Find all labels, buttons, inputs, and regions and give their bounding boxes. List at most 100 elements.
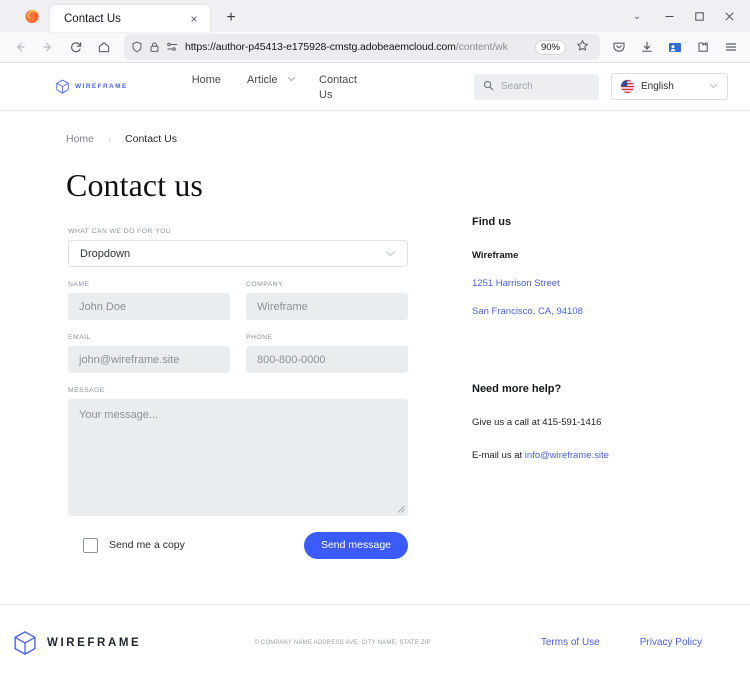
call-us-text: Give us a call at 415-591-1416 (472, 417, 602, 428)
field-label: WHAT CAN WE DO FOR YOU (68, 228, 172, 235)
back-button[interactable] (6, 34, 34, 60)
star-icon[interactable] (572, 39, 593, 55)
input-placeholder: 800-800-0000 (257, 353, 326, 366)
toolbar-icon-group (606, 34, 744, 60)
contact-sidebar: Find us Wireframe 1251 Harrison Street S… (472, 204, 712, 559)
textarea-placeholder: Your message... (79, 409, 159, 421)
pocket-icon[interactable] (606, 34, 632, 60)
field-phone: PHONE 800-800-0000 (246, 334, 408, 373)
site-header: WIREFRAME Home Article Contact Us Search… (0, 63, 750, 111)
breadcrumb: Home › Contact Us (0, 111, 750, 145)
dropdown-select[interactable]: Dropdown (68, 240, 408, 267)
field-label: PHONE (246, 334, 273, 341)
need-help-heading: Need more help? (472, 383, 562, 395)
site-nav: Home Article Contact Us (192, 71, 359, 101)
maximize-button[interactable] (684, 0, 714, 32)
nav-item-label: Contact Us (319, 74, 357, 101)
resize-handle-icon[interactable] (396, 504, 405, 513)
input-placeholder: john@wireframe.site (79, 353, 180, 366)
field-label: MESSAGE (68, 387, 105, 394)
nav-item-contact-us[interactable]: Contact Us (319, 73, 359, 101)
search-icon (483, 78, 494, 96)
chevron-down-icon[interactable] (385, 249, 396, 259)
form-footer: Send me a copy Send message (68, 532, 408, 559)
extensions-icon[interactable] (690, 34, 716, 60)
url-host: https://author-p45413-e175928-cmstg.adob… (185, 41, 456, 53)
phone-input[interactable]: 800-800-0000 (246, 346, 408, 373)
company-input[interactable]: Wireframe (246, 293, 408, 320)
address-line-1-link[interactable]: 1251 Harrison Street (472, 278, 712, 289)
tab-title: Contact Us (64, 12, 121, 25)
footer-logo[interactable]: WIREFRAME (12, 630, 141, 656)
page-content: Home › Contact Us Contact us WHAT CAN WE… (0, 111, 750, 604)
field-label: NAME (68, 281, 90, 288)
nav-item-home[interactable]: Home (192, 73, 221, 87)
site-logo[interactable]: WIREFRAME (55, 79, 128, 94)
window-controls: ⌄ (620, 0, 744, 32)
privacy-policy-link[interactable]: Privacy Policy (640, 637, 702, 648)
reload-button[interactable] (62, 34, 90, 60)
field-what-can-we-do: WHAT CAN WE DO FOR YOU Dropdown (68, 228, 408, 267)
find-us-heading: Find us (472, 216, 512, 228)
footer-copyright: © COMPANY NAME ADDRESS AVE, CITY NAME, S… (254, 639, 431, 646)
email-input[interactable]: john@wireframe.site (68, 346, 230, 373)
close-window-button[interactable] (714, 0, 744, 32)
firefox-logo-icon (24, 8, 40, 24)
downloads-icon[interactable] (634, 34, 660, 60)
zoom-level-badge[interactable]: 90% (534, 39, 566, 55)
cube-logo-icon (55, 79, 70, 94)
url-text[interactable]: https://author-p45413-e175928-cmstg.adob… (185, 41, 529, 53)
field-label: COMPANY (246, 281, 284, 288)
account-icon[interactable] (662, 34, 688, 60)
shield-icon[interactable] (131, 41, 143, 53)
breadcrumb-home[interactable]: Home (66, 133, 94, 145)
email-us-line: E-mail us at info@wireframe.site (472, 450, 712, 461)
footer-links: Terms of Use Privacy Policy (541, 637, 702, 648)
search-placeholder: Search (501, 81, 533, 92)
close-icon[interactable]: × (186, 11, 202, 27)
us-flag-icon (621, 80, 634, 93)
address-bar[interactable]: https://author-p45413-e175928-cmstg.adob… (124, 34, 600, 60)
footer-logo-text: WIREFRAME (47, 636, 142, 649)
field-company: COMPANY Wireframe (246, 281, 408, 320)
chevron-right-icon: › (108, 134, 112, 144)
nav-item-label: Article (247, 74, 278, 87)
input-placeholder: John Doe (79, 300, 127, 313)
nav-item-label: Home (191, 74, 222, 87)
new-tab-button[interactable]: + (220, 7, 242, 29)
terms-of-use-link[interactable]: Terms of Use (541, 637, 600, 648)
contact-form: WHAT CAN WE DO FOR YOU Dropdown NAME Joh… (68, 204, 408, 559)
page-viewport: WIREFRAME Home Article Contact Us Search… (0, 63, 750, 680)
find-us-company: Wireframe (472, 250, 519, 261)
search-input[interactable]: Search (474, 73, 599, 100)
chevron-down-icon[interactable] (709, 82, 718, 91)
send-copy-label[interactable]: Send me a copy (109, 539, 185, 551)
reader-view-icon[interactable] (166, 41, 179, 53)
url-path: /content/wk (455, 41, 508, 53)
nav-item-article[interactable]: Article (247, 73, 296, 87)
name-input[interactable]: John Doe (68, 293, 230, 320)
browser-tab[interactable]: Contact Us × (50, 5, 210, 32)
language-value: English (641, 81, 674, 92)
input-placeholder: Wireframe (257, 300, 308, 313)
email-link[interactable]: info@wireframe.site (525, 450, 609, 461)
chevron-down-icon[interactable]: ⌄ (620, 0, 654, 32)
menu-icon[interactable] (718, 34, 744, 60)
forward-button[interactable] (34, 34, 62, 60)
message-textarea[interactable]: Your message... (68, 399, 408, 516)
chevron-down-icon[interactable] (287, 75, 296, 85)
language-selector[interactable]: English (611, 73, 728, 100)
send-copy-checkbox[interactable] (83, 537, 98, 553)
field-label: EMAIL (68, 334, 91, 341)
send-message-button[interactable]: Send message (303, 532, 408, 559)
cube-logo-icon (12, 630, 38, 656)
site-footer: WIREFRAME © COMPANY NAME ADDRESS AVE, CI… (0, 604, 750, 680)
minimize-button[interactable] (654, 0, 684, 32)
tab-strip: Contact Us × + ⌄ (0, 0, 750, 32)
lock-icon[interactable] (149, 41, 160, 53)
home-button[interactable] (90, 34, 118, 60)
address-line-2-link[interactable]: San Francisco, CA, 94108 (472, 306, 712, 317)
row-email-phone: EMAIL john@wireframe.site PHONE 800-800-… (68, 334, 408, 373)
field-message: MESSAGE Your message... (68, 387, 408, 516)
header-right-group: Search English (474, 73, 728, 100)
